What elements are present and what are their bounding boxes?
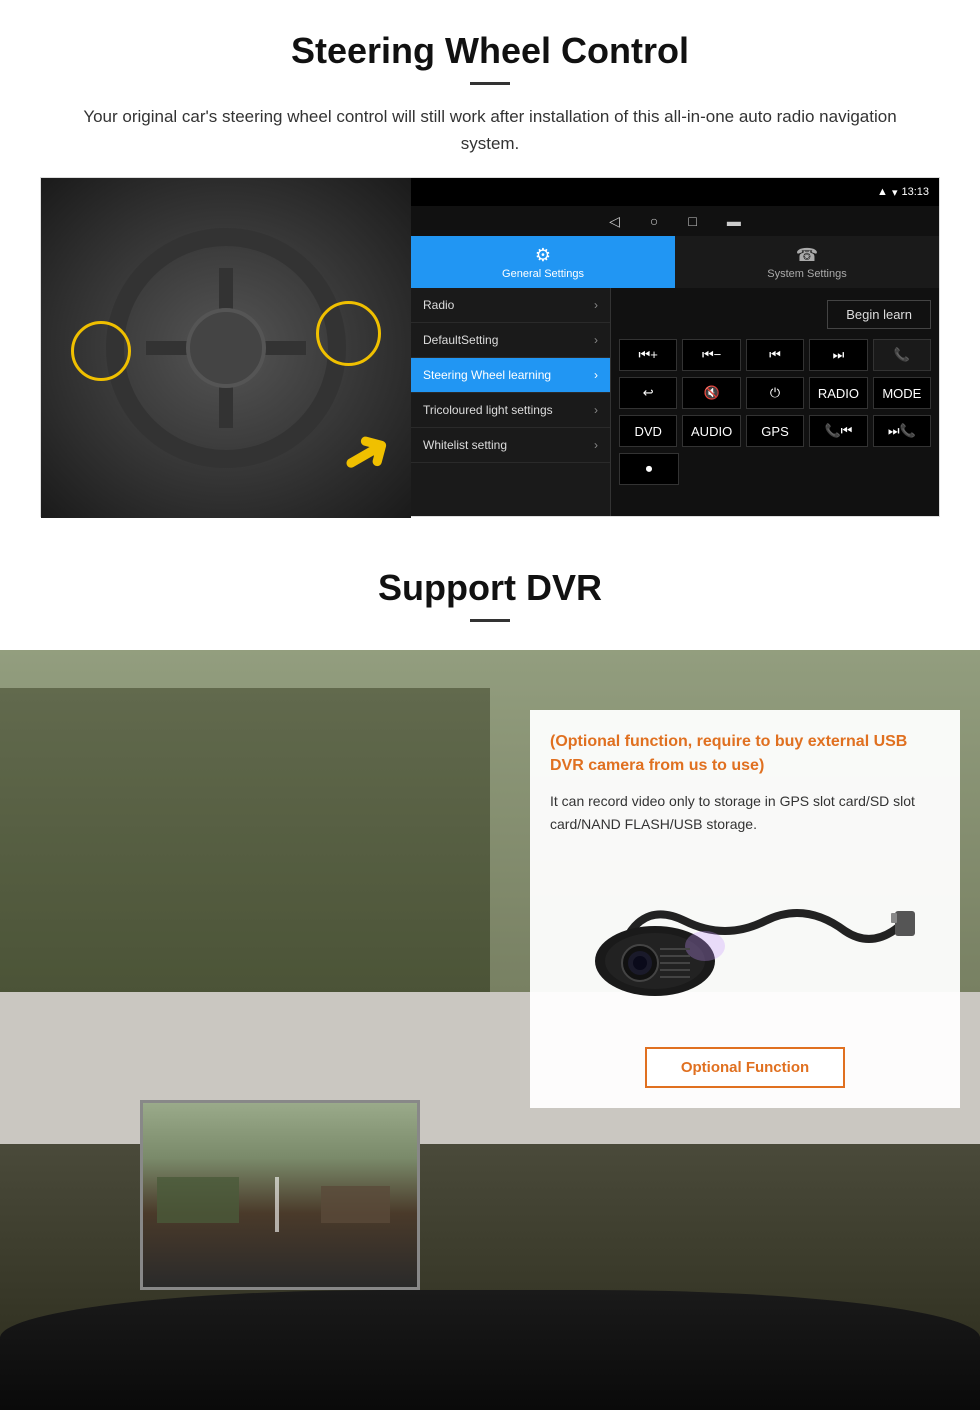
android-nav: ◁ ○ □ ▬ <box>411 206 939 236</box>
ctrl-row-2: ↩ 🔇 ⏻ RADIO MODE <box>619 377 931 409</box>
steering-content-area: ➜ ▲ ▾ 13:13 ◁ ○ □ ▬ ⚙ <box>40 177 940 517</box>
camera-svg <box>565 861 925 1021</box>
menu-item-radio[interactable]: Radio › <box>411 288 610 323</box>
ctrl-phone-prev[interactable]: 📞⏮ <box>809 415 867 447</box>
tab-system-settings[interactable]: ☎ System Settings <box>675 236 939 288</box>
ctrl-vol-up[interactable]: ⏮+ <box>619 339 677 371</box>
yellow-arrow-icon: ➜ <box>327 410 406 496</box>
yellow-circle-left <box>71 321 131 381</box>
menu-radio-label: Radio <box>423 298 454 312</box>
steering-photo: ➜ <box>41 178 411 518</box>
tab-system-label: System Settings <box>767 268 846 280</box>
ctrl-gps[interactable]: GPS <box>746 415 804 447</box>
ctrl-radio[interactable]: RADIO <box>809 377 867 409</box>
ctrl-phone[interactable]: 📞 <box>873 339 931 371</box>
ctrl-power[interactable]: ⏻ <box>746 377 804 409</box>
ctrl-phone-next[interactable]: ⏭📞 <box>873 415 931 447</box>
dvr-title-area: Support DVR <box>0 537 980 650</box>
title-divider <box>470 82 510 85</box>
ctrl-row-3: DVD AUDIO GPS 📞⏮ ⏭📞 <box>619 415 931 447</box>
menu-steering-chevron: › <box>594 368 598 382</box>
steering-subtitle: Your original car's steering wheel contr… <box>60 103 920 157</box>
ctrl-back[interactable]: ↩ <box>619 377 677 409</box>
dvr-info-card: (Optional function, require to buy exter… <box>530 710 960 1108</box>
statusbar-icons: ▲ ▾ 13:13 <box>877 186 929 199</box>
steering-title: Steering Wheel Control <box>40 30 940 72</box>
menu-whitelist-label: Whitelist setting <box>423 438 507 452</box>
begin-learn-button[interactable]: Begin learn <box>827 300 931 329</box>
menu-item-tricoloured[interactable]: Tricoloured light settings › <box>411 393 610 428</box>
dvr-optional-note: (Optional function, require to buy exter… <box>550 730 940 778</box>
dvr-camera-illustration <box>550 851 940 1031</box>
yellow-circle-right <box>316 301 381 366</box>
steering-wheel-outer <box>106 228 346 468</box>
ctrl-mute[interactable]: 🔇 <box>682 377 740 409</box>
general-settings-icon: ⚙ <box>535 245 551 266</box>
menu-whitelist-chevron: › <box>594 438 598 452</box>
android-statusbar: ▲ ▾ 13:13 <box>411 178 939 206</box>
controls-area: Begin learn ⏮+ ⏮− ⏮ ⏭ 📞 ↩ 🔇 ⏻ RADIO <box>611 288 939 516</box>
signal-icon: ▲ <box>877 186 888 198</box>
ctrl-record[interactable]: ⏺ <box>619 453 679 485</box>
android-panel: ▲ ▾ 13:13 ◁ ○ □ ▬ ⚙ General Settings ☎ <box>411 178 939 516</box>
menu-list: Radio › DefaultSetting › Steering Wheel … <box>411 288 611 516</box>
menu-tricoloured-label: Tricoloured light settings <box>423 403 553 417</box>
menu-tricoloured-chevron: › <box>594 403 598 417</box>
menu-steering-label: Steering Wheel learning <box>423 368 551 382</box>
menu-item-default-setting[interactable]: DefaultSetting › <box>411 323 610 358</box>
ctrl-prev-track[interactable]: ⏮ <box>746 339 804 371</box>
menu-radio-chevron: › <box>594 298 598 312</box>
nav-recent-icon[interactable]: □ <box>688 213 696 229</box>
ctrl-mode[interactable]: MODE <box>873 377 931 409</box>
tab-general-label: General Settings <box>502 268 584 280</box>
menu-default-chevron: › <box>594 333 598 347</box>
android-main-content: Radio › DefaultSetting › Steering Wheel … <box>411 288 939 516</box>
steering-photo-bg: ➜ <box>41 178 411 518</box>
menu-default-label: DefaultSetting <box>423 333 498 347</box>
dvr-thumbnail <box>140 1100 420 1290</box>
thumb-road-scene <box>143 1103 417 1287</box>
ctrl-audio[interactable]: AUDIO <box>682 415 740 447</box>
nav-menu-icon[interactable]: ▬ <box>727 213 741 229</box>
ctrl-next-track[interactable]: ⏭ <box>809 339 867 371</box>
dvr-title-divider <box>470 619 510 622</box>
ctrl-vol-down[interactable]: ⏮− <box>682 339 740 371</box>
begin-learn-row: Begin learn <box>619 296 931 333</box>
ctrl-row-1: ⏮+ ⏮− ⏮ ⏭ 📞 <box>619 339 931 371</box>
dvr-image-area: (Optional function, require to buy exter… <box>0 650 980 1410</box>
menu-item-steering-learning[interactable]: Steering Wheel learning › <box>411 358 610 393</box>
dvr-title: Support DVR <box>0 567 980 609</box>
nav-back-icon[interactable]: ◁ <box>609 213 620 230</box>
steering-wheel-inner <box>186 308 266 388</box>
wifi-icon: ▾ <box>892 186 898 199</box>
system-settings-icon: ☎ <box>796 245 818 266</box>
dvr-section: Support DVR (Optional function, require … <box>0 537 980 1410</box>
tab-general-settings[interactable]: ⚙ General Settings <box>411 236 675 288</box>
android-tabs: ⚙ General Settings ☎ System Settings <box>411 236 939 288</box>
steering-section: Steering Wheel Control Your original car… <box>0 0 980 537</box>
ctrl-row-4: ⏺ <box>619 453 931 485</box>
status-time: 13:13 <box>901 186 929 198</box>
nav-home-icon[interactable]: ○ <box>650 213 658 229</box>
optional-function-button[interactable]: Optional Function <box>645 1047 845 1088</box>
thumb-road-line <box>275 1177 279 1232</box>
menu-item-whitelist[interactable]: Whitelist setting › <box>411 428 610 463</box>
dvr-description: It can record video only to storage in G… <box>550 790 940 835</box>
ctrl-dvd[interactable]: DVD <box>619 415 677 447</box>
